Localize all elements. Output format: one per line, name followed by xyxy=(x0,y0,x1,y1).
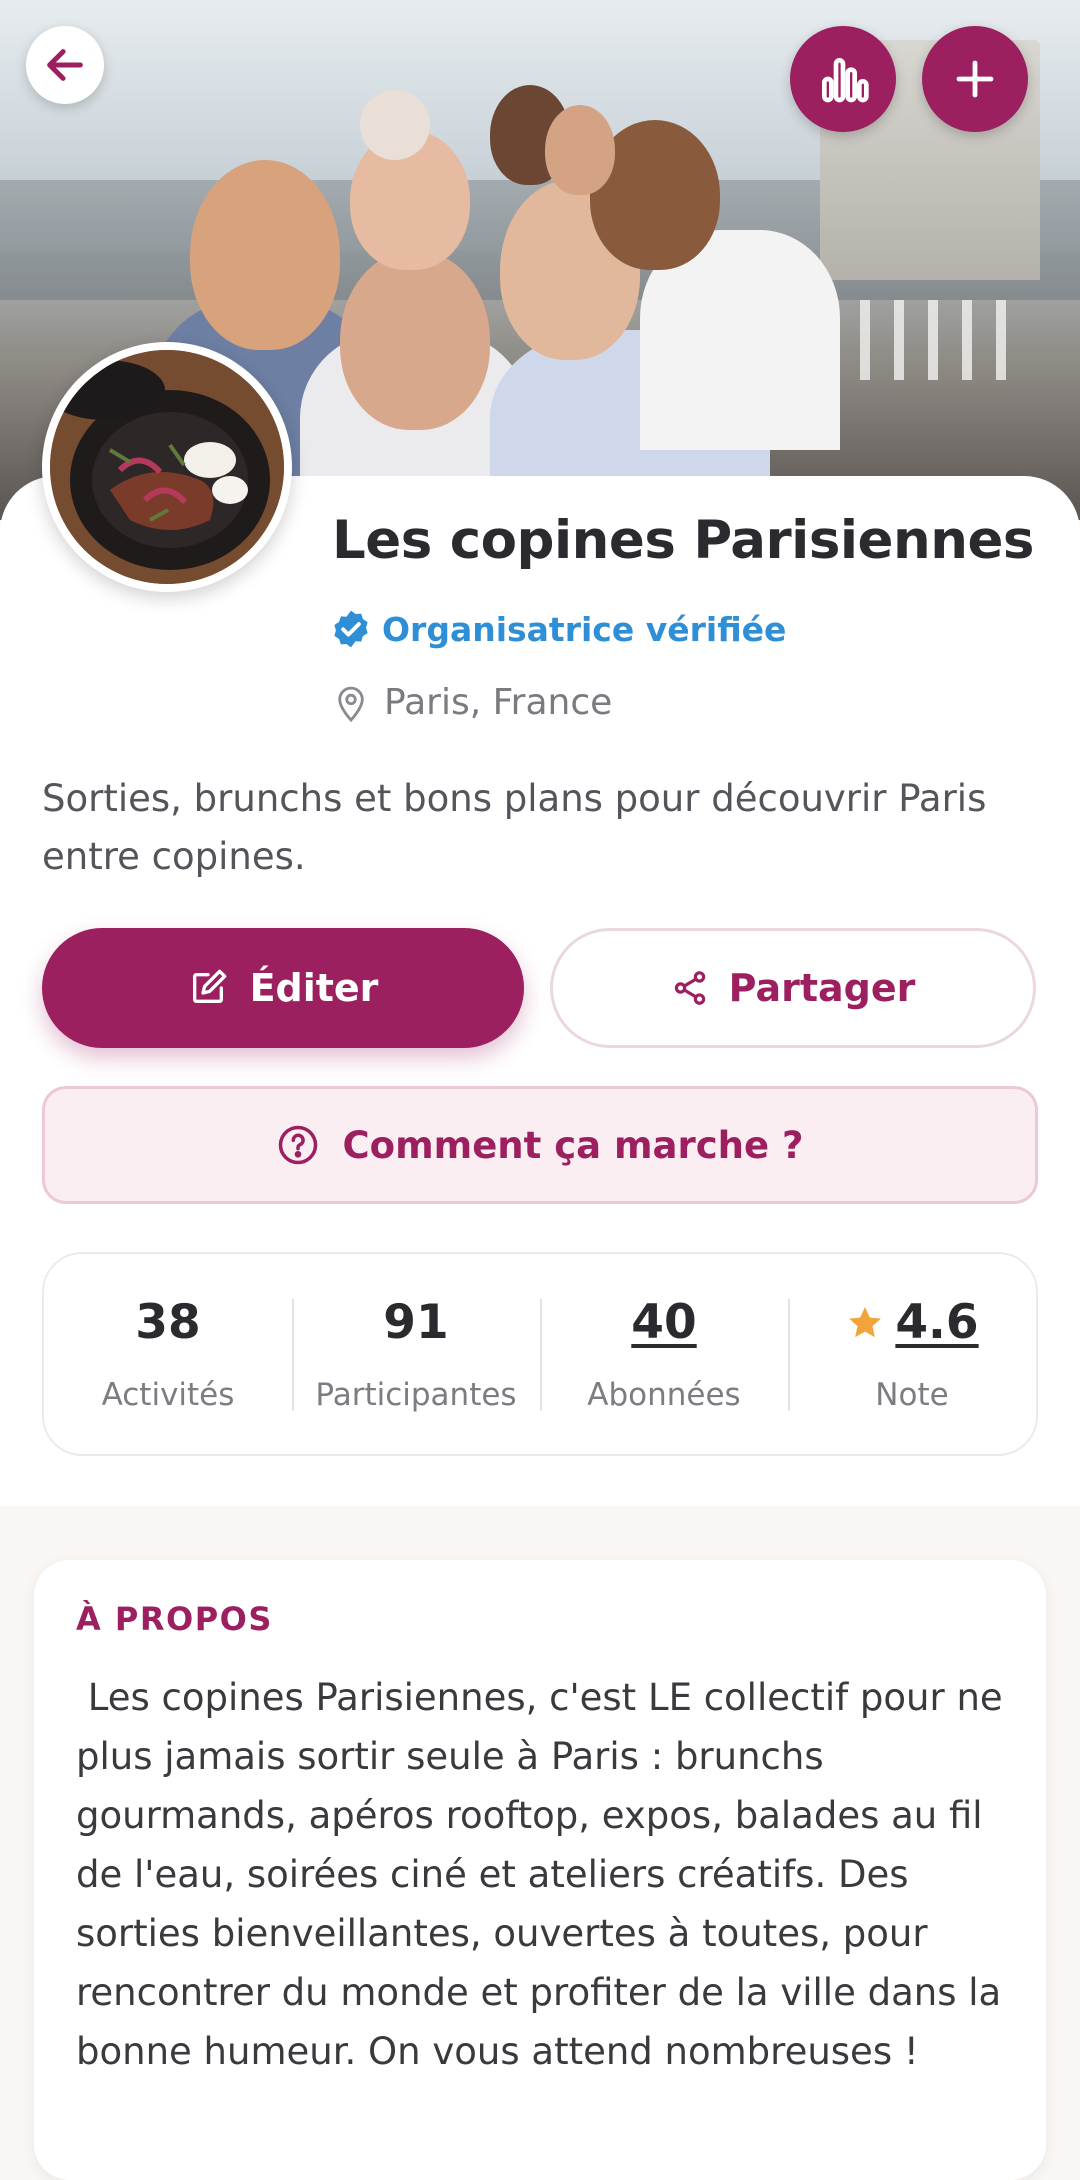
edit-button-label: Éditer xyxy=(249,966,379,1010)
edit-button[interactable]: Éditer xyxy=(42,928,524,1048)
stat-followers[interactable]: 40 Abonnées xyxy=(540,1295,788,1413)
about-text: Les copines Parisiennes, c'est LE collec… xyxy=(76,1676,1015,2073)
share-button-label: Partager xyxy=(728,966,916,1010)
arrow-left-icon xyxy=(47,49,83,81)
location-text: Paris, France xyxy=(384,682,613,723)
stat-rating[interactable]: 4.6 Note xyxy=(788,1295,1036,1413)
location: Paris, France xyxy=(334,682,612,723)
page-title: Les copines Parisiennes xyxy=(332,510,1034,571)
stat-label: Abonnées xyxy=(587,1377,741,1413)
stats-card: 38 Activités 91 Participantes 40 Abonnée… xyxy=(42,1252,1038,1456)
back-button[interactable] xyxy=(26,26,104,104)
stat-label: Activités xyxy=(101,1377,235,1413)
verified-badge: Organisatrice vérifiée xyxy=(330,608,786,650)
plus-icon xyxy=(956,60,994,98)
person-face xyxy=(190,160,340,350)
edit-icon xyxy=(192,969,226,1003)
star-icon xyxy=(849,1307,882,1338)
person-face xyxy=(340,250,490,430)
profile-tagline: Sorties, brunchs et bons plans pour déco… xyxy=(42,777,987,878)
add-button[interactable] xyxy=(922,26,1028,132)
about-heading: À PROPOS xyxy=(76,1600,273,1638)
person-face xyxy=(545,105,615,195)
share-button[interactable]: Partager xyxy=(550,928,1036,1048)
rating-row: 4.6 xyxy=(845,1295,979,1351)
avatar[interactable] xyxy=(42,342,292,592)
stat-participants: 91 Participantes xyxy=(292,1295,540,1413)
how-it-works-button[interactable]: Comment ça marche ? xyxy=(42,1086,1038,1204)
avatar-image xyxy=(50,350,284,584)
location-pin-icon xyxy=(338,686,364,722)
person-face xyxy=(360,90,430,160)
verified-label: Organisatrice vérifiée xyxy=(382,609,787,649)
food-plate-image xyxy=(50,350,284,584)
bar-chart-icon xyxy=(822,58,869,103)
how-it-works-label: Comment ça marche ? xyxy=(342,1123,804,1167)
stat-value[interactable]: 4.6 xyxy=(895,1295,978,1351)
stat-label: Participantes xyxy=(315,1377,517,1413)
stat-activities: 38 Activités xyxy=(44,1295,292,1413)
verified-check-icon xyxy=(334,610,368,648)
stat-label: Note xyxy=(875,1377,949,1413)
stat-value: 91 xyxy=(383,1295,449,1350)
share-icon xyxy=(674,971,705,1005)
stat-value: 38 xyxy=(135,1295,201,1350)
about-card: À PROPOS Les copines Parisiennes, c'est … xyxy=(34,1560,1046,2180)
statistics-button[interactable] xyxy=(790,26,896,132)
stat-value[interactable]: 40 xyxy=(631,1295,696,1351)
help-circle-icon xyxy=(278,1125,317,1165)
